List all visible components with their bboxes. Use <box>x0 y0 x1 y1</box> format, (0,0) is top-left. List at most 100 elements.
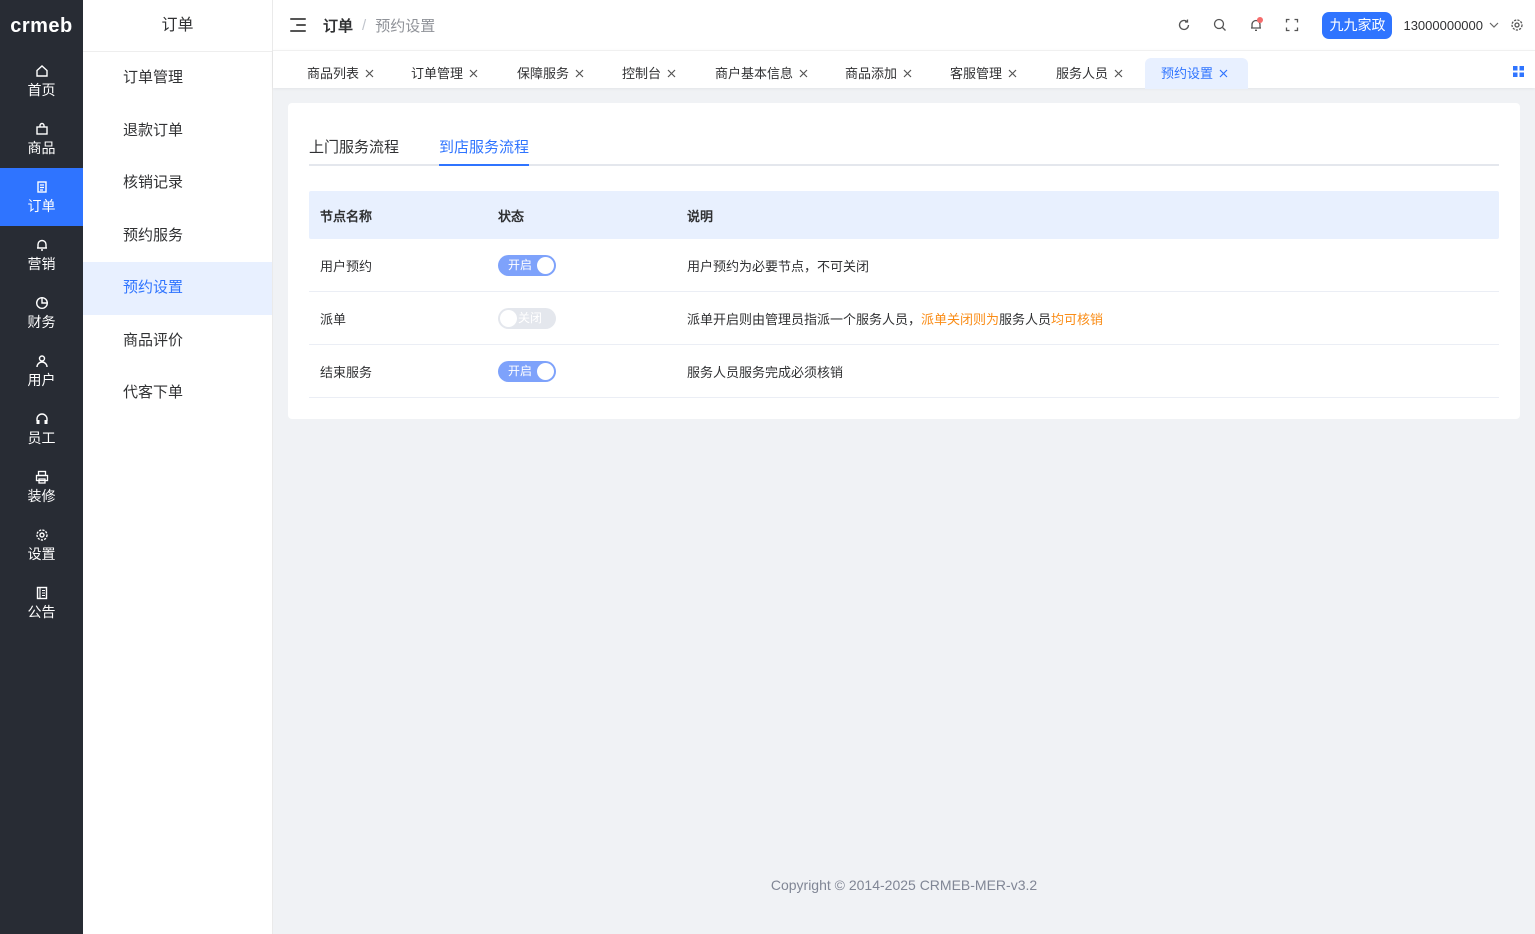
notice-icon <box>35 586 49 600</box>
breadcrumb-item-current: 预约设置 <box>375 17 436 35</box>
node-description: 服务人员服务完成必须核销 <box>687 364 844 380</box>
tab-service-staff[interactable]: 服务人员 <box>1056 58 1135 89</box>
tab-merchant-info[interactable]: 商户基本信息 <box>715 58 820 89</box>
close-icon[interactable] <box>667 69 676 78</box>
rail-item-label: 员工 <box>27 430 56 446</box>
tab-label: 订单管理 <box>411 66 464 81</box>
close-icon[interactable] <box>1008 69 1017 78</box>
rail-item-home[interactable]: 首页 <box>0 52 83 110</box>
close-icon[interactable] <box>575 69 584 78</box>
rail-item-staff[interactable]: 员工 <box>0 400 83 458</box>
tab-customer-service[interactable]: 客服管理 <box>950 58 1029 89</box>
node-name: 派单 <box>320 311 347 327</box>
account-phone: 13000000000 <box>1403 17 1483 33</box>
content-card: 上门服务流程 到店服务流程 节点名称 状态 说明 用户预约 开启 用户预约为必要… <box>288 103 1520 419</box>
switch-label: 开启 <box>508 363 533 378</box>
tabs-bar: 商品列表 订单管理 保障服务 控制台 商户基本信息 商品添加 客服管理 服务人员… <box>273 50 1535 89</box>
flow-table: 节点名称 状态 说明 用户预约 开启 用户预约为必要节点，不可关闭 派单 关闭 … <box>309 191 1499 398</box>
bag-icon <box>35 122 49 136</box>
rail-item-decoration[interactable]: 装修 <box>0 458 83 516</box>
main-rail: crmeb 首页 商品 订单 营销 财务 用户 员工 装修 设置 公告 <box>0 0 83 934</box>
logo[interactable]: crmeb <box>0 0 83 52</box>
refresh-icon[interactable] <box>1166 7 1202 43</box>
tab-label: 商品添加 <box>845 66 898 81</box>
switch-label: 关闭 <box>518 310 543 325</box>
tab-product-add[interactable]: 商品添加 <box>845 58 924 89</box>
footer-copyright: Copyright © 2014-2025 CRMEB-MER-v3.2 <box>770 877 1038 893</box>
rail-item-user[interactable]: 用户 <box>0 342 83 400</box>
rail-item-label: 订单 <box>27 198 56 214</box>
rail-item-label: 首页 <box>27 82 56 98</box>
node-name: 用户预约 <box>320 258 373 274</box>
submenu-title: 订单 <box>83 0 272 52</box>
pie-chart-icon <box>35 296 49 310</box>
breadcrumb-item-order[interactable]: 订单 <box>323 15 353 36</box>
status-switch[interactable]: 关闭 <box>498 307 556 329</box>
submenu-item-order-manage[interactable]: 订单管理 <box>83 52 272 105</box>
user-account-dropdown[interactable]: 13000000000 <box>1403 18 1499 33</box>
submenu-item-refund-order[interactable]: 退款订单 <box>83 105 272 158</box>
column-header-status: 状态 <box>498 208 525 224</box>
status-switch[interactable]: 开启 <box>498 360 556 382</box>
printer-icon <box>35 470 49 484</box>
desc-highlight: 均可核销 <box>1051 311 1104 327</box>
notification-bell-icon[interactable] <box>1238 7 1274 43</box>
rail-item-label: 用户 <box>27 372 56 388</box>
desc-highlight: 派单关闭则为 <box>921 311 1000 327</box>
gear-icon <box>35 528 49 542</box>
close-icon[interactable] <box>1114 69 1123 78</box>
table-row: 用户预约 开启 用户预约为必要节点，不可关闭 <box>309 239 1499 292</box>
submenu-item-product-review[interactable]: 商品评价 <box>83 315 272 368</box>
close-icon[interactable] <box>365 69 374 78</box>
close-icon[interactable] <box>903 69 912 78</box>
search-icon[interactable] <box>1202 7 1238 43</box>
tab-home-service-flow[interactable]: 上门服务流程 <box>309 136 399 166</box>
tab-store-service-flow[interactable]: 到店服务流程 <box>439 136 530 166</box>
table-row: 派单 关闭 派单开启则由管理员指派一个服务人员，派单关闭则为服务人员均可核销 <box>309 292 1499 345</box>
close-icon[interactable] <box>799 69 808 78</box>
node-description: 用户预约为必要节点，不可关闭 <box>687 258 870 274</box>
node-name: 结束服务 <box>320 364 373 380</box>
tab-dashboard[interactable]: 控制台 <box>622 58 688 89</box>
rail-item-notice[interactable]: 公告 <box>0 574 83 632</box>
chevron-down-icon <box>1489 22 1499 28</box>
submenu-item-verify-record[interactable]: 核销记录 <box>83 157 272 210</box>
rail-item-settings[interactable]: 设置 <box>0 516 83 574</box>
rail-item-label: 商品 <box>27 140 56 156</box>
merchant-badge[interactable]: 九九家政 <box>1322 11 1393 39</box>
tab-order-manage[interactable]: 订单管理 <box>411 58 490 89</box>
desc-part: 派单开启则由管理员指派一个服务人员， <box>687 311 922 327</box>
tab-label: 预约设置 <box>1161 66 1214 81</box>
desc-part: 服务人员 <box>999 311 1052 327</box>
rail-item-finance[interactable]: 财务 <box>0 284 83 342</box>
rail-item-label: 设置 <box>27 546 56 562</box>
tab-product-list[interactable]: 商品列表 <box>307 58 386 89</box>
rail-item-order[interactable]: 订单 <box>0 168 83 226</box>
close-icon[interactable] <box>1219 69 1228 78</box>
rail-item-marketing[interactable]: 营销 <box>0 226 83 284</box>
table-row: 结束服务 开启 服务人员服务完成必须核销 <box>309 345 1499 398</box>
tab-reserve-settings[interactable]: 预约设置 <box>1145 58 1249 89</box>
submenu-item-reserve-settings[interactable]: 预约设置 <box>83 262 272 315</box>
node-description: 派单开启则由管理员指派一个服务人员，派单关闭则为服务人员均可核销 <box>687 309 1499 328</box>
user-icon <box>35 354 49 368</box>
tab-guarantee-service[interactable]: 保障服务 <box>517 58 596 89</box>
settings-gear-icon[interactable] <box>1507 15 1527 35</box>
submenu-item-proxy-order[interactable]: 代客下单 <box>83 367 272 420</box>
menu-toggle-icon[interactable] <box>290 18 306 32</box>
table-header: 节点名称 状态 说明 <box>309 191 1499 239</box>
submenu-item-reserve-service[interactable]: 预约服务 <box>83 210 272 263</box>
status-switch[interactable]: 开启 <box>498 254 556 276</box>
flow-tabs: 上门服务流程 到店服务流程 <box>309 128 1499 166</box>
switch-label: 开启 <box>508 257 533 272</box>
grid-menu-icon[interactable] <box>1513 64 1524 80</box>
rail-item-label: 财务 <box>27 314 56 330</box>
tab-label: 保障服务 <box>517 66 570 81</box>
fullscreen-icon[interactable] <box>1274 7 1310 43</box>
rail-item-product[interactable]: 商品 <box>0 110 83 168</box>
close-icon[interactable] <box>469 69 478 78</box>
rail-item-label: 营销 <box>27 256 56 272</box>
document-icon <box>35 180 49 194</box>
tab-label: 控制台 <box>622 66 662 81</box>
tab-label: 服务人员 <box>1056 66 1109 81</box>
